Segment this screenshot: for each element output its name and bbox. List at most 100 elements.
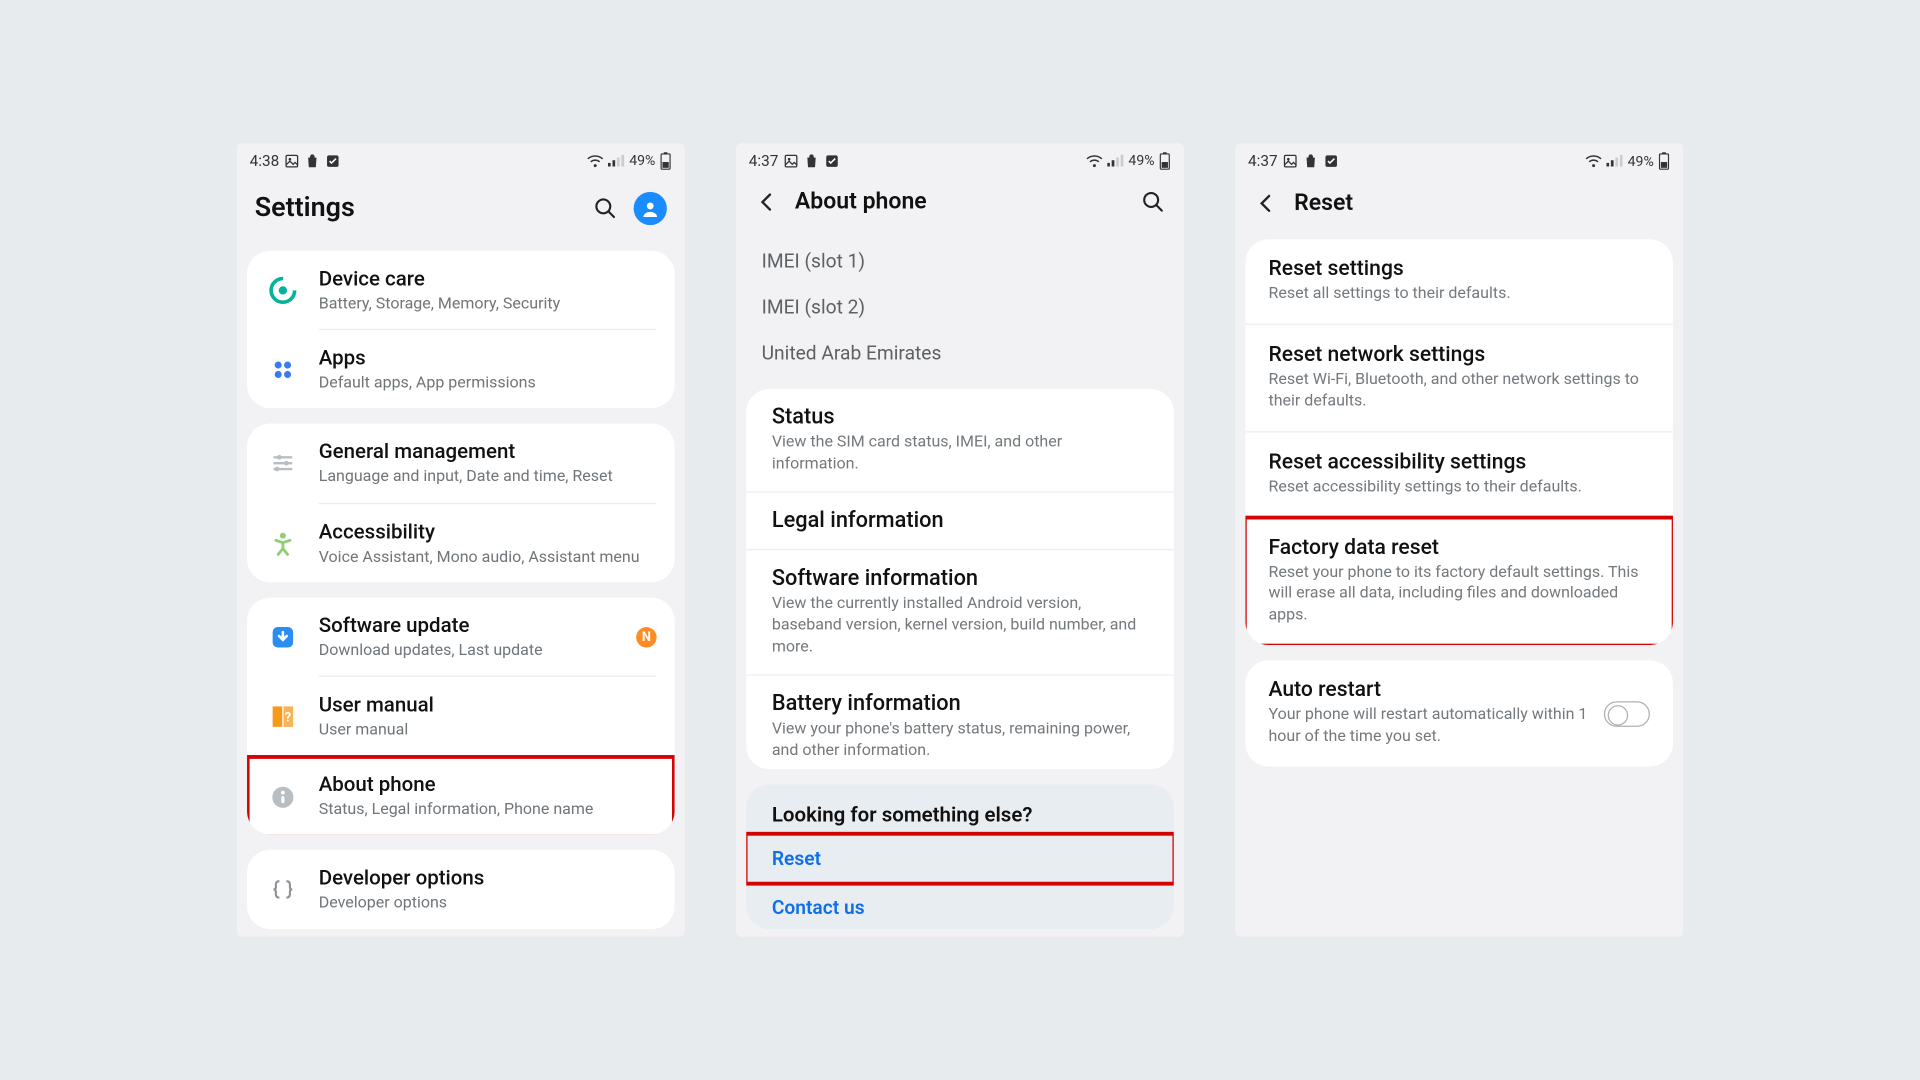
accessibility-icon — [265, 526, 301, 562]
sliders-icon — [265, 446, 301, 482]
settings-item-subtitle: Developer options — [319, 894, 657, 915]
image-icon — [284, 153, 299, 168]
back-button[interactable] — [754, 189, 780, 215]
reset-item-subtitle: Reset all settings to their defaults. — [1268, 284, 1649, 306]
page-title: About phone — [795, 189, 1125, 216]
about-item[interactable]: Software information View the currently … — [746, 550, 1174, 675]
settings-item[interactable]: Accessibility Voice Assistant, Mono audi… — [247, 504, 675, 582]
info-item[interactable]: United Arab Emirates — [736, 331, 1184, 377]
info-icon — [265, 779, 301, 815]
reset-item[interactable]: Reset accessibility settings Reset acces… — [1245, 432, 1673, 518]
bag-icon — [305, 153, 320, 168]
page-title: Reset — [1294, 189, 1665, 216]
about-item-title: Legal information — [772, 508, 1148, 534]
about-item-subtitle: View your phone's battery status, remain… — [772, 719, 1148, 762]
bag-icon — [804, 153, 819, 168]
screen-about-phone: 4:37 49% About phone IMEI (slot 1)IMEI (… — [736, 143, 1184, 937]
settings-item-title: About phone — [319, 772, 657, 798]
reset-item-title: Reset settings — [1268, 257, 1649, 281]
signal-icon — [1107, 153, 1125, 168]
about-item-title: Battery information — [772, 691, 1148, 717]
wifi-icon — [1085, 153, 1103, 168]
battery-text: 49% — [1128, 152, 1154, 169]
checkbox-icon — [825, 153, 840, 168]
settings-item-title: Device care — [319, 266, 657, 292]
auto-restart-card: Auto restart Your phone will restart aut… — [1245, 660, 1673, 766]
status-bar: 4:38 49% — [237, 143, 685, 179]
about-item-title: Status — [772, 405, 1148, 431]
auto-restart-toggle[interactable] — [1604, 701, 1650, 727]
reset-item-subtitle: Reset Wi-Fi, Bluetooth, and other networ… — [1268, 370, 1649, 413]
info-list: IMEI (slot 1)IMEI (slot 2)United Arab Em… — [736, 231, 1184, 382]
settings-group: Device care Battery, Storage, Memory, Se… — [247, 250, 675, 408]
info-item[interactable]: IMEI (slot 1) — [736, 238, 1184, 284]
link-item[interactable]: Contact us — [746, 883, 1174, 929]
reset-item-title: Reset accessibility settings — [1268, 450, 1649, 474]
about-item-title: Software information — [772, 566, 1148, 592]
settings-item[interactable]: Device care Battery, Storage, Memory, Se… — [247, 250, 675, 330]
reset-item-subtitle: Reset your phone to its factory default … — [1268, 562, 1649, 627]
looking-card: Looking for something else?ResetContact … — [746, 785, 1174, 929]
wifi-icon — [586, 153, 604, 168]
settings-item-subtitle: Voice Assistant, Mono audio, Assistant m… — [319, 547, 657, 568]
settings-group: General management Language and input, D… — [247, 424, 675, 582]
reset-item-subtitle: Reset accessibility settings to their de… — [1268, 477, 1649, 499]
wifi-icon — [1584, 153, 1602, 168]
search-icon[interactable] — [1140, 189, 1166, 215]
about-item[interactable]: Legal information — [746, 493, 1174, 551]
svg-text:?: ? — [285, 711, 291, 726]
profile-button[interactable] — [634, 192, 667, 225]
info-item[interactable]: IMEI (slot 2) — [736, 285, 1184, 331]
auto-restart-subtitle: Your phone will restart automatically wi… — [1268, 705, 1588, 748]
app-header: Reset — [1235, 179, 1683, 231]
settings-item-title: Accessibility — [319, 519, 657, 545]
about-item[interactable]: Status View the SIM card status, IMEI, a… — [746, 390, 1174, 493]
checkbox-icon — [1324, 153, 1339, 168]
reset-item[interactable]: Reset network settings Reset Wi-Fi, Blue… — [1245, 325, 1673, 432]
settings-item[interactable]: General management Language and input, D… — [247, 424, 675, 504]
back-button[interactable] — [1253, 190, 1279, 216]
looking-title: Looking for something else? — [746, 785, 1174, 835]
auto-restart-title: Auto restart — [1268, 678, 1588, 702]
settings-item-title: Software update — [319, 613, 619, 639]
settings-group: Developer options Developer options — [247, 850, 675, 929]
page-title: Settings — [255, 193, 578, 224]
reset-item[interactable]: Factory data reset Reset your phone to i… — [1245, 518, 1673, 646]
settings-item-title: Apps — [319, 345, 657, 371]
status-bar: 4:37 49% — [736, 143, 1184, 178]
reset-options: Reset settings Reset all settings to the… — [1245, 239, 1673, 645]
signal-icon — [607, 153, 625, 168]
settings-group: Software update Download updates, Last u… — [247, 597, 675, 834]
sw-update-icon — [265, 619, 301, 655]
checkbox-icon — [325, 153, 340, 168]
settings-item-subtitle: Default apps, App permissions — [319, 374, 657, 395]
app-header: About phone — [736, 178, 1184, 230]
screen-reset: 4:37 49% Reset Reset settings Reset all … — [1235, 143, 1683, 937]
bag-icon — [1303, 153, 1318, 168]
search-icon[interactable] — [593, 195, 619, 221]
link-item[interactable]: Reset — [746, 835, 1174, 884]
apps-icon — [265, 352, 301, 388]
image-icon — [784, 153, 799, 168]
settings-item[interactable]: ? User manual User manual — [247, 677, 675, 757]
screen-settings: 4:38 49% Settings Device care Battery, S… — [237, 143, 685, 937]
auto-restart-item[interactable]: Auto restart Your phone will restart aut… — [1245, 660, 1673, 766]
battery-icon — [659, 152, 672, 170]
notification-badge: N — [636, 627, 656, 647]
settings-item[interactable]: Developer options Developer options — [247, 850, 675, 929]
settings-item[interactable]: Apps Default apps, App permissions — [247, 330, 675, 408]
settings-item[interactable]: About phone Status, Legal information, P… — [247, 757, 675, 835]
settings-item-title: Developer options — [319, 865, 657, 891]
settings-item-subtitle: Battery, Storage, Memory, Security — [319, 294, 657, 315]
reset-item[interactable]: Reset settings Reset all settings to the… — [1245, 239, 1673, 325]
settings-item-subtitle: User manual — [319, 721, 657, 742]
status-bar: 4:37 49% — [1235, 143, 1683, 179]
clock-text: 4:38 — [250, 152, 280, 170]
settings-item-subtitle: Download updates, Last update — [319, 641, 619, 662]
settings-item[interactable]: Software update Download updates, Last u… — [247, 597, 675, 677]
manual-icon: ? — [265, 699, 301, 735]
about-item[interactable]: Battery information View your phone's ba… — [746, 675, 1174, 769]
battery-text: 49% — [1628, 153, 1654, 170]
reset-item-title: Factory data reset — [1268, 536, 1649, 560]
app-header: Settings — [237, 179, 685, 243]
